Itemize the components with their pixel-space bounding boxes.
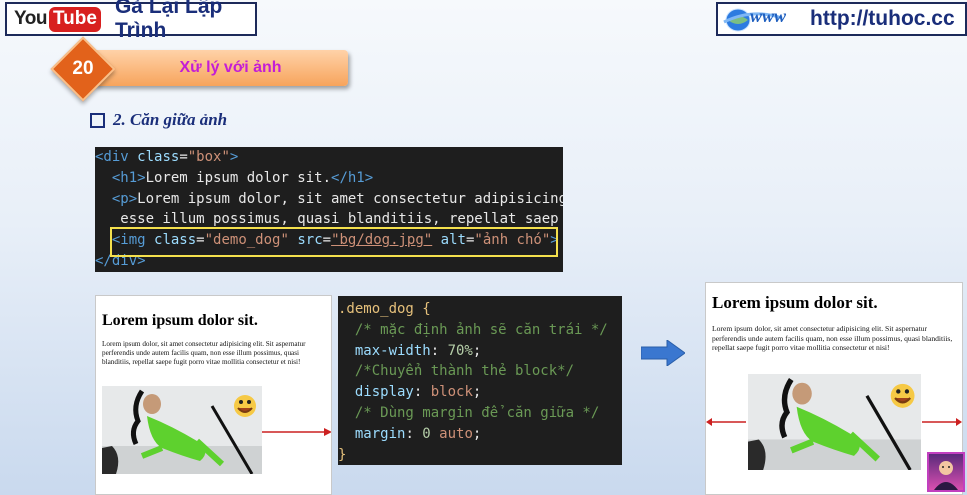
- red-arrow-right-icon: [922, 418, 962, 426]
- channel-name: Gà Lại Lập Trình: [114, 0, 223, 42]
- css-line-3: max-width: 70%;: [338, 341, 622, 362]
- code-token: <div: [95, 149, 138, 165]
- code-token: 0: [422, 425, 431, 442]
- code-token: }: [338, 446, 347, 463]
- globe-www-icon: www: [722, 4, 808, 34]
- code-token: /*Chuyển thành thẻ block*/: [354, 363, 575, 380]
- dog-illustration: [102, 386, 262, 474]
- site-url: http://tuhoc.cc: [810, 7, 955, 30]
- section-heading: 2. Căn giữa ảnh: [90, 110, 227, 130]
- code-token: :: [413, 384, 431, 401]
- code-token: ;: [472, 425, 482, 442]
- code-token: =: [179, 149, 188, 165]
- dog-image: [102, 386, 262, 474]
- code-line-3: <p>Lorem ipsum dolor, sit amet consectet…: [95, 189, 563, 210]
- code-token: .demo_dog: [338, 301, 414, 317]
- preview-heading: Lorem ipsum dolor sit.: [102, 312, 258, 329]
- css-line-2: /* mặc định ảnh sẽ căn trái */: [338, 320, 622, 341]
- code-token: /* Dùng margin để căn giữa */: [354, 404, 600, 421]
- website-banner: www http://tuhoc.cc: [716, 2, 967, 36]
- css-line-8: }: [338, 445, 622, 465]
- code-highlight-box: [110, 227, 558, 257]
- code-token: /* mặc định ảnh sẽ căn trái */: [354, 321, 608, 338]
- youtube-logo: You Tube: [14, 6, 101, 32]
- code-line-2: <h1>Lorem ipsum dolor sit.</h1>: [95, 168, 563, 189]
- preview-paragraph: Lorem ipsum dolor, sit amet consectetur …: [712, 324, 953, 353]
- dog-image: [748, 374, 921, 470]
- css-code-block: .demo_dog { /* mặc định ảnh sẽ căn trái …: [338, 296, 622, 465]
- channel-avatar: [927, 452, 965, 492]
- code-token: auto: [439, 425, 473, 442]
- red-arrow-left-icon: [706, 418, 746, 426]
- youtube-logo-you: You: [14, 8, 47, 29]
- avatar-icon: [934, 461, 958, 490]
- preview-paragraph: Lorem ipsum dolor, sit amet consectetur …: [102, 340, 306, 366]
- css-line-4: /*Chuyển thành thẻ block*/: [338, 361, 622, 382]
- code-token: "box": [187, 149, 230, 165]
- code-token: >: [229, 149, 239, 165]
- code-token: Lorem ipsum dolor, sit amet consectetur …: [137, 190, 563, 207]
- globe-www-text: www: [750, 6, 787, 26]
- preview-before: Lorem ipsum dolor sit. Lorem ipsum dolor…: [95, 295, 332, 495]
- code-token: esse illum possimus, quasi blanditiis, r…: [95, 211, 559, 228]
- code-token: Lorem ipsum dolor sit.: [145, 169, 332, 186]
- code-token: max-width: [354, 342, 431, 359]
- lesson-title-bar: Xử lý với ảnh: [93, 50, 348, 86]
- lesson-title: Xử lý với ảnh: [179, 59, 282, 76]
- youtube-channel-banner: You Tube Gà Lại Lập Trình: [5, 0, 257, 42]
- code-token: ;: [472, 384, 482, 401]
- preview-heading: Lorem ipsum dolor sit.: [712, 293, 878, 312]
- code-token: class: [137, 149, 180, 165]
- css-line-5: display: block;: [338, 382, 622, 403]
- css-line-7: margin: 0 auto;: [338, 424, 622, 445]
- code-token: <h1>: [111, 169, 146, 186]
- red-arrow-right-icon: [262, 428, 331, 436]
- section-heading-text: 2. Căn giữa ảnh: [113, 110, 228, 129]
- youtube-logo-tube: Tube: [48, 6, 101, 32]
- code-token: <p>: [111, 190, 138, 207]
- code-token: :: [405, 425, 423, 442]
- code-token: margin: [354, 425, 406, 442]
- code-token: display: [354, 384, 414, 401]
- dog-illustration: [748, 374, 921, 470]
- code-token: :: [430, 342, 448, 359]
- css-line-1: .demo_dog {: [338, 299, 622, 320]
- square-bullet-icon: [90, 112, 105, 128]
- code-token: </h1>: [331, 169, 374, 186]
- code-token: 70%: [447, 342, 473, 359]
- code-token: {: [422, 301, 431, 317]
- blue-arrow-right-icon: [641, 340, 685, 366]
- css-line-6: /* Dùng margin để căn giữa */: [338, 403, 622, 424]
- code-token: block: [430, 384, 473, 401]
- lesson-number: 20: [72, 58, 94, 79]
- code-token: ;: [472, 342, 482, 359]
- preview-after: Lorem ipsum dolor sit. Lorem ipsum dolor…: [705, 282, 963, 495]
- code-line-1: <div class="box">: [95, 147, 563, 168]
